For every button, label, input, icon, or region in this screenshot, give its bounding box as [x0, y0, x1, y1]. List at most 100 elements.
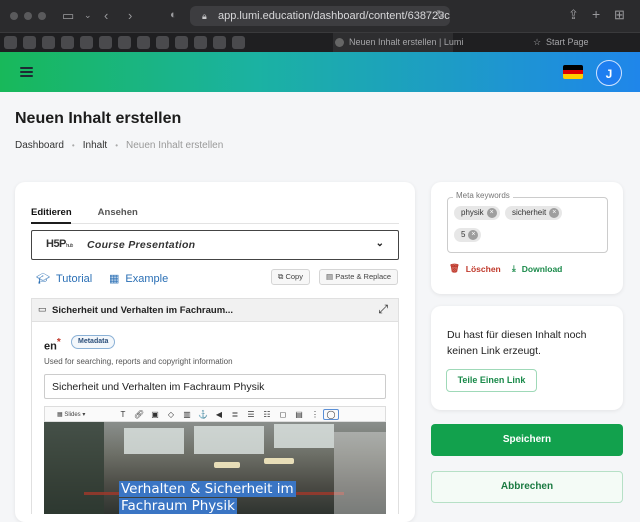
h5p-logo-sub: hub	[65, 243, 73, 249]
summary-tool-icon[interactable]: ☷	[259, 410, 275, 419]
language-code: en	[44, 340, 57, 353]
paste-tool-icon[interactable]: ▤	[291, 410, 307, 419]
content-type-selector[interactable]: H5Phub Course Presentation ⌄	[31, 230, 399, 260]
window-controls[interactable]	[10, 12, 46, 20]
slide-text-line: Verhalten & Sicherheit im	[119, 481, 296, 497]
delete-button[interactable]: 🗑︎ Löschen	[449, 263, 501, 274]
new-tab-icon[interactable]: +	[592, 7, 600, 21]
trash-icon: 🗑︎	[449, 263, 460, 273]
forward-arrow-icon[interactable]: ›	[128, 9, 132, 22]
background-tool-icon[interactable]: ◯	[323, 408, 339, 420]
keyword-text: sicherheit	[512, 208, 547, 217]
sidebar-toggle-icon[interactable]: ▭	[62, 9, 74, 22]
chevron-down-icon[interactable]: ⌄	[84, 9, 92, 22]
more-tools-icon[interactable]: ⋮	[307, 410, 323, 419]
slides-dropdown[interactable]: ▦ Slides ▾	[45, 411, 115, 418]
avatar[interactable]: J	[596, 60, 622, 86]
tab-view[interactable]: Ansehen	[98, 207, 138, 218]
delete-label: Löschen	[465, 263, 501, 274]
slides-label: Slides	[64, 411, 81, 418]
dialog-tool-icon[interactable]: ◻	[275, 410, 291, 419]
breadcrumb-current: Neuen Inhalt erstellen	[126, 140, 224, 151]
tab-label: Neuen Inhalt erstellen | Lumi	[349, 37, 464, 47]
address-bar[interactable]: 🔒︎ app.lumi.education/dashboard/content/…	[190, 6, 450, 26]
slide-text-line: Fachraum Physik	[119, 498, 237, 514]
section-header[interactable]: ▭ Sicherheit und Verhalten im Fachraum..…	[31, 298, 399, 322]
share-icon[interactable]: ⇪	[568, 8, 579, 21]
expand-icon[interactable]: ⤢	[378, 302, 388, 317]
tutorial-label: Tutorial	[55, 272, 93, 285]
remove-chip-icon[interactable]: ×	[486, 208, 497, 218]
paste-replace-button[interactable]: ▤ Paste & Replace	[319, 269, 399, 285]
url-text: app.lumi.education/dashboard/content/638…	[218, 10, 450, 22]
tab-lumi[interactable]: Neuen Inhalt erstellen | Lumi	[333, 33, 463, 52]
remove-chip-icon[interactable]: ×	[549, 208, 560, 218]
slides-toolbar: ▦ Slides ▾ T 🔗︎ ▣ ◇ ▥ ⚓ ◀ ≣ ☰ ☷ ◻ ▤ ⋮ ◯	[44, 406, 386, 422]
tab-divider	[31, 223, 399, 224]
breadcrumb-dashboard[interactable]: Dashboard	[15, 140, 64, 151]
cancel-button[interactable]: Abbrechen	[431, 471, 623, 503]
image-tool-icon[interactable]: ▣	[147, 410, 163, 419]
save-button[interactable]: Speichern	[431, 424, 623, 456]
h5p-logo-text: H5P	[46, 238, 66, 250]
paste-icon: ▤	[326, 272, 334, 281]
copy-label: Copy	[285, 272, 303, 281]
tutorial-link[interactable]: 🎓︎ Tutorial	[36, 272, 93, 286]
shield-icon[interactable]: ◐	[170, 9, 177, 22]
h5p-logo: H5Phub	[46, 238, 73, 250]
keyword-text: physik	[461, 208, 484, 217]
share-link-button[interactable]: Teile Einen Link	[446, 369, 537, 392]
slide-text[interactable]: Verhalten & Sicherheit im Fachraum Physi…	[119, 481, 296, 515]
keyword-chip[interactable]: 5 ×	[454, 228, 482, 242]
video-tool-icon[interactable]: ▥	[179, 410, 195, 419]
required-mark: *	[56, 337, 61, 348]
copy-button[interactable]: ⧉ Copy	[271, 269, 310, 285]
keyword-chip[interactable]: physik ×	[454, 206, 500, 220]
download-label: Download	[521, 263, 563, 274]
lock-icon: 🔒︎	[202, 11, 207, 21]
link-tool-icon[interactable]: 🔗︎	[131, 410, 147, 419]
tab-strip: Neuen Inhalt erstellen | Lumi ☆ Start Pa…	[0, 32, 640, 52]
go-to-slide-icon[interactable]: ⚓	[195, 410, 211, 419]
audio-tool-icon[interactable]: ◀	[211, 410, 227, 419]
example-label: Example	[125, 272, 169, 285]
tab-overview-icon[interactable]: ⊞	[614, 8, 625, 21]
menu-icon[interactable]	[20, 67, 33, 77]
tab-start-page[interactable]: ☆ Start Page	[530, 33, 630, 52]
text-tool-icon[interactable]: T	[115, 410, 131, 419]
reload-icon[interactable]: ↻	[436, 9, 445, 22]
graduation-cap-icon: 🎓︎	[36, 273, 50, 285]
active-tab-indicator	[31, 222, 71, 224]
download-button[interactable]: ⤓ Download	[512, 263, 562, 274]
browser-toolbar: ▭ ⌄ ‹ › ◐ 🔒︎ app.lumi.education/dashboar…	[0, 0, 640, 32]
back-arrow-icon[interactable]: ‹	[104, 9, 108, 22]
shapes-tool-icon[interactable]: ◇	[163, 410, 179, 419]
download-icon: ⤓	[512, 263, 516, 273]
page-title: Neuen Inhalt erstellen	[15, 110, 182, 127]
keyword-chip[interactable]: sicherheit ×	[505, 206, 563, 220]
table-tool-icon[interactable]: ≣	[227, 410, 243, 419]
editor-tabs: Editieren Ansehen	[31, 207, 138, 218]
no-link-message: Du hast für diesen Inhalt noch keinen Li…	[447, 329, 587, 357]
tab-label: Start Page	[546, 37, 589, 47]
breadcrumb-content[interactable]: Inhalt	[83, 140, 107, 151]
remove-chip-icon[interactable]: ×	[468, 230, 479, 240]
tab-edit[interactable]: Editieren	[31, 207, 72, 218]
breadcrumb: Dashboard • Inhalt • Neuen Inhalt erstel…	[15, 140, 223, 151]
language-label: en*	[44, 337, 61, 353]
content-type-label: Course Presentation	[87, 239, 196, 251]
list-tool-icon[interactable]: ☰	[243, 410, 259, 419]
book-icon: ▦	[109, 273, 120, 285]
metadata-button[interactable]: Metadata	[71, 335, 116, 349]
german-flag-icon[interactable]	[563, 65, 583, 79]
pinned-favorites[interactable]	[4, 36, 245, 49]
breadcrumb-separator: •	[71, 141, 75, 150]
paste-label: Paste & Replace	[335, 272, 392, 281]
breadcrumb-separator: •	[115, 141, 119, 150]
example-link[interactable]: ▦ Example	[109, 272, 169, 286]
chevron-down-icon: ⌄	[375, 238, 384, 249]
app-header: J	[0, 52, 640, 92]
keywords-label: Meta keywords	[453, 191, 513, 200]
lumi-favicon-icon	[335, 38, 344, 47]
title-input[interactable]: Sicherheit und Verhalten im Fachraum Phy…	[44, 374, 386, 399]
